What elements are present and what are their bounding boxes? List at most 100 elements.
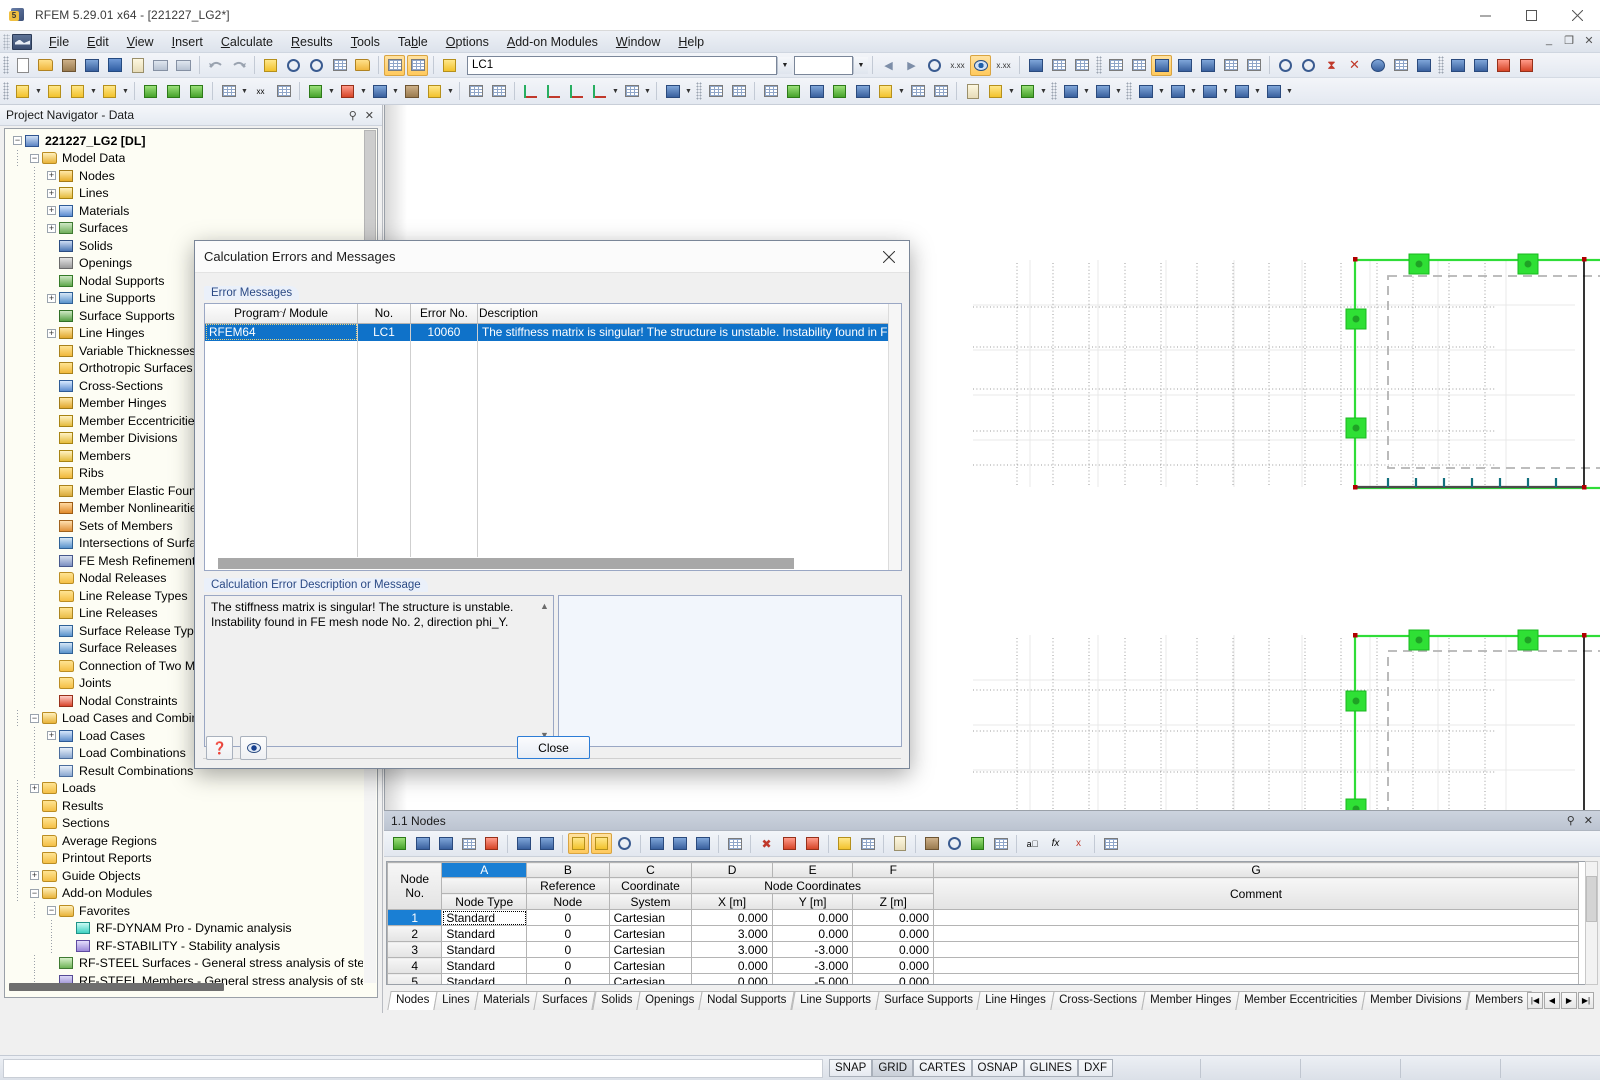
multiple-windows-button[interactable] [875, 81, 896, 102]
status-toggle-osnap[interactable]: OSNAP [971, 1059, 1024, 1077]
move-objects-button[interactable] [1275, 55, 1296, 76]
guide-line-button[interactable] [705, 81, 726, 102]
isolines-button[interactable] [852, 81, 873, 102]
table-columns-button[interactable] [857, 833, 878, 854]
menu-table[interactable]: Table [389, 33, 437, 51]
table-tab-lines[interactable]: Lines [433, 991, 479, 1010]
new-member-button[interactable] [218, 81, 239, 102]
nodes-grid-vertical-scrollbar[interactable] [1585, 861, 1598, 985]
tree-horizontal-scrollbar[interactable] [9, 983, 224, 991]
print-preview-button[interactable] [173, 55, 194, 76]
tree-item-lines[interactable]: + Lines [5, 184, 363, 203]
tree-item-materials[interactable]: + Materials [5, 202, 363, 220]
table-row[interactable]: 5 Standard 0 Cartesian 0.000 -5.000 0.000 [387, 973, 1579, 984]
table-last-button[interactable]: ▶| [1578, 992, 1594, 1009]
collapse-icon[interactable]: − [13, 136, 22, 146]
secondary-combo[interactable] [794, 55, 853, 75]
table-excel-export-button[interactable] [967, 833, 988, 854]
table-next-button[interactable] [536, 833, 557, 854]
menu-results[interactable]: Results [282, 33, 342, 51]
split-2-dropdown[interactable]: ▼ [1189, 81, 1198, 102]
new-set-of-members-button[interactable] [273, 81, 294, 102]
split-window-4-button[interactable] [1231, 81, 1252, 102]
error-cell-program[interactable]: RFEM64 [205, 323, 359, 341]
table-settings-button[interactable] [458, 833, 479, 854]
table-tab-line-supports[interactable]: Line Supports [790, 991, 880, 1010]
delete-objects-button[interactable]: ✕ [1344, 55, 1365, 76]
column-letter-b[interactable]: B [526, 862, 610, 878]
printout-report-2-button[interactable] [962, 81, 983, 102]
view-in-x-button[interactable] [520, 81, 541, 102]
menu-addon-modules[interactable]: Add-on Modules [498, 33, 607, 51]
mdi-restore-button[interactable]: ❐ [1562, 34, 1576, 47]
print-button[interactable] [150, 55, 171, 76]
error-table-horizontal-scrollbar[interactable] [218, 558, 794, 569]
zoom-circle-button[interactable] [306, 55, 327, 76]
surface-colors-button[interactable] [783, 81, 804, 102]
new-polyline-dropdown[interactable]: ▼ [121, 81, 130, 102]
settings-button[interactable] [1413, 55, 1434, 76]
split-4-dropdown[interactable]: ▼ [1253, 81, 1262, 102]
cell-coordinate-system[interactable]: Cartesian [608, 925, 693, 942]
cell-z[interactable]: 0.000 [852, 941, 935, 958]
cell-y[interactable]: 0.000 [771, 909, 854, 926]
tree-item-favorites[interactable]: − Favorites [5, 902, 363, 920]
cell-reference-node[interactable]: 0 [526, 909, 610, 926]
column-letter-e[interactable]: E [771, 862, 854, 878]
status-toggle-cartes[interactable]: CARTES [913, 1059, 972, 1077]
expand-icon[interactable]: + [47, 293, 56, 303]
table-tab-nodal-supports[interactable]: Nodal Supports [698, 991, 796, 1010]
new-nodal-support-button[interactable] [140, 81, 161, 102]
new-line-dropdown[interactable]: ▼ [89, 81, 98, 102]
table-binoculars-button[interactable] [944, 833, 965, 854]
cell-node-no[interactable]: 3 [387, 941, 443, 958]
cell-node-type[interactable]: Standard [441, 925, 528, 942]
toolbar-grip-7[interactable] [1126, 82, 1132, 100]
new-surface-button[interactable] [305, 81, 326, 102]
export-button[interactable] [1470, 55, 1491, 76]
new-file-button[interactable] [12, 55, 33, 76]
new-volume-button[interactable] [401, 81, 422, 102]
window-tile-h-button[interactable] [1060, 81, 1081, 102]
color-scale-button[interactable] [1017, 81, 1038, 102]
tree-item-221227-lg2-dl[interactable]: − 221227_LG2 [DL] [5, 132, 363, 150]
collapse-icon[interactable]: − [47, 906, 56, 916]
color-scale-dropdown[interactable]: ▼ [1039, 81, 1048, 102]
table-tab-member-hinges[interactable]: Member Hinges [1141, 991, 1241, 1010]
column-letter-c[interactable]: C [608, 862, 693, 878]
table-insert-col-button[interactable] [435, 833, 456, 854]
previous-load-case-button[interactable]: ◀ [878, 55, 899, 76]
new-window-button[interactable] [352, 55, 373, 76]
show-loads-button[interactable] [1220, 55, 1241, 76]
cell-x[interactable]: 3.000 [691, 925, 773, 942]
table-layout-button[interactable] [834, 833, 855, 854]
new-line-support-button[interactable] [163, 81, 184, 102]
new-intersection-button[interactable] [488, 81, 509, 102]
tree-item-sections[interactable]: Sections [5, 814, 363, 833]
status-toggle-dxf[interactable]: DXF [1077, 1059, 1113, 1077]
window-tile-v-dropdown[interactable]: ▼ [1114, 81, 1123, 102]
collapse-icon[interactable]: − [30, 713, 39, 723]
show-results-button[interactable] [924, 55, 945, 76]
result-values-button[interactable]: x.xx [947, 55, 968, 76]
toolbar-grip-5[interactable] [696, 82, 702, 100]
menu-insert[interactable]: Insert [163, 33, 212, 51]
tree-item-add-on-modules[interactable]: − Add-on Modules [5, 884, 363, 903]
pin-icon[interactable]: ⚲ [349, 109, 357, 122]
work-plane-button[interactable] [728, 81, 749, 102]
expand-icon[interactable]: + [30, 871, 39, 881]
close-icon[interactable]: ✕ [365, 109, 374, 122]
error-col-description[interactable]: Description [477, 304, 902, 324]
split-5-dropdown[interactable]: ▼ [1285, 81, 1294, 102]
show-results-surface-button[interactable] [829, 81, 850, 102]
show-nodal-supports-button[interactable] [1151, 54, 1172, 76]
fe-mesh-button[interactable] [1105, 55, 1126, 76]
next-load-case-button[interactable]: ▶ [901, 55, 922, 76]
error-table-vertical-scrollbar[interactable] [888, 304, 901, 570]
error-col-error-no[interactable]: Error No. [410, 304, 478, 324]
table-delete-right-button[interactable] [802, 833, 823, 854]
table-grid-export-button[interactable] [990, 833, 1011, 854]
new-surface-support-button[interactable] [186, 81, 207, 102]
table-prev-button[interactable] [513, 833, 534, 854]
error-cell-error-no[interactable]: 10060 [410, 323, 478, 341]
